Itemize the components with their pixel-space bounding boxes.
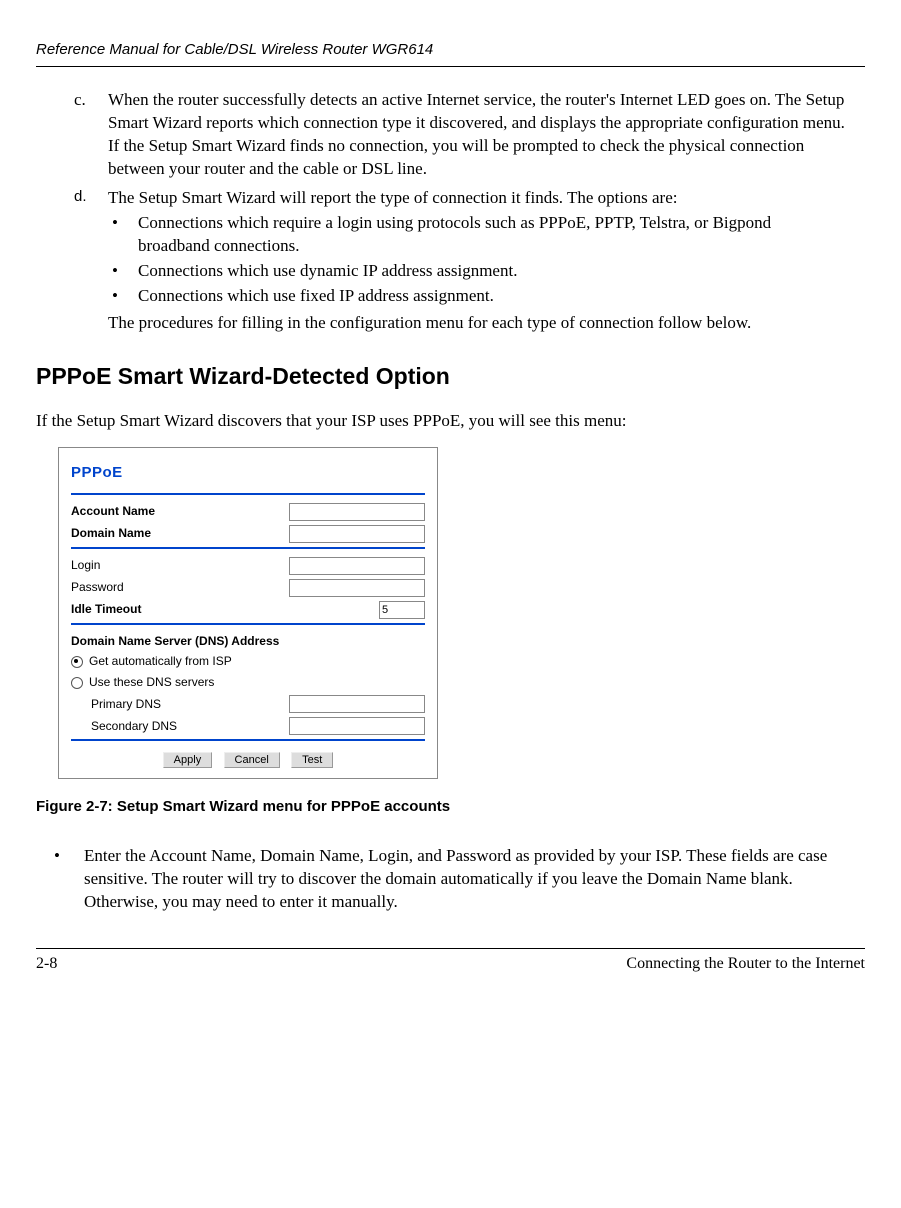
- figure-caption: Figure 2-7: Setup Smart Wizard menu for …: [36, 797, 865, 817]
- d-intro: The Setup Smart Wizard will report the t…: [108, 187, 847, 210]
- pppoe-title: PPPoE: [71, 462, 425, 483]
- final-bullet: • Enter the Account Name, Domain Name, L…: [36, 845, 865, 914]
- row-primary-dns: Primary DNS: [71, 695, 425, 713]
- d-outro: The procedures for filling in the config…: [108, 312, 847, 335]
- bullet-text: Connections which use dynamic IP address…: [138, 260, 847, 283]
- list-item-c: c. When the router successfully detects …: [36, 89, 865, 181]
- bullet-row: • Connections which use dynamic IP addre…: [108, 260, 847, 283]
- list-body-c: When the router successfully detects an …: [108, 89, 865, 181]
- row-password: Password: [71, 579, 425, 597]
- page-footer: 2-8 Connecting the Router to the Interne…: [36, 948, 865, 975]
- label-primary-dns: Primary DNS: [91, 696, 289, 713]
- radio-icon[interactable]: [71, 656, 83, 668]
- pppoe-figure: PPPoE Account Name Domain Name Login Pas…: [58, 447, 438, 779]
- final-bullet-text: Enter the Account Name, Domain Name, Log…: [84, 845, 865, 914]
- list-marker-d: d.: [36, 187, 108, 335]
- bullet-icon: •: [108, 212, 138, 258]
- row-login: Login: [71, 557, 425, 575]
- input-account-name[interactable]: [289, 503, 425, 521]
- divider: [71, 547, 425, 549]
- document-title: Reference Manual for Cable/DSL Wireless …: [36, 40, 865, 67]
- bullet-row: • Connections which use fixed IP address…: [108, 285, 847, 308]
- label-domain-name: Domain Name: [71, 525, 289, 542]
- footer-title: Connecting the Router to the Internet: [57, 953, 865, 975]
- bullet-text: Connections which require a login using …: [138, 212, 847, 258]
- input-domain-name[interactable]: [289, 525, 425, 543]
- label-account-name: Account Name: [71, 503, 289, 520]
- bullet-icon: •: [36, 845, 84, 914]
- row-idle-timeout: Idle Timeout: [71, 601, 425, 619]
- input-login[interactable]: [289, 557, 425, 575]
- dns-opt-label: Use these DNS servers: [89, 674, 214, 691]
- bullet-text: Connections which use fixed IP address a…: [138, 285, 847, 308]
- input-password[interactable]: [289, 579, 425, 597]
- input-idle-timeout[interactable]: [379, 601, 425, 619]
- bullet-icon: •: [108, 285, 138, 308]
- bullet-icon: •: [108, 260, 138, 283]
- dns-heading: Domain Name Server (DNS) Address: [71, 633, 425, 650]
- dns-option-auto[interactable]: Get automatically from ISP: [71, 653, 425, 670]
- label-secondary-dns: Secondary DNS: [91, 718, 289, 735]
- row-secondary-dns: Secondary DNS: [71, 717, 425, 735]
- test-button[interactable]: Test: [291, 752, 333, 768]
- row-account-name: Account Name: [71, 503, 425, 521]
- page-number: 2-8: [36, 953, 57, 975]
- list-body-d: The Setup Smart Wizard will report the t…: [108, 187, 865, 335]
- input-primary-dns[interactable]: [289, 695, 425, 713]
- section-heading: PPPoE Smart Wizard-Detected Option: [36, 361, 865, 392]
- divider: [71, 739, 425, 741]
- divider: [71, 623, 425, 625]
- dns-opt-label: Get automatically from ISP: [89, 653, 232, 670]
- list-marker-c: c.: [36, 89, 108, 181]
- cancel-button[interactable]: Cancel: [224, 752, 280, 768]
- input-secondary-dns[interactable]: [289, 717, 425, 735]
- button-bar: Apply Cancel Test: [71, 751, 425, 768]
- radio-icon[interactable]: [71, 677, 83, 689]
- label-password: Password: [71, 579, 289, 596]
- label-idle-timeout: Idle Timeout: [71, 601, 379, 618]
- intro-paragraph: If the Setup Smart Wizard discovers that…: [36, 410, 865, 433]
- divider: [71, 493, 425, 495]
- label-login: Login: [71, 557, 289, 574]
- row-domain-name: Domain Name: [71, 525, 425, 543]
- apply-button[interactable]: Apply: [163, 752, 213, 768]
- dns-option-manual[interactable]: Use these DNS servers: [71, 674, 425, 691]
- bullet-row: • Connections which require a login usin…: [108, 212, 847, 258]
- list-item-d: d. The Setup Smart Wizard will report th…: [36, 187, 865, 335]
